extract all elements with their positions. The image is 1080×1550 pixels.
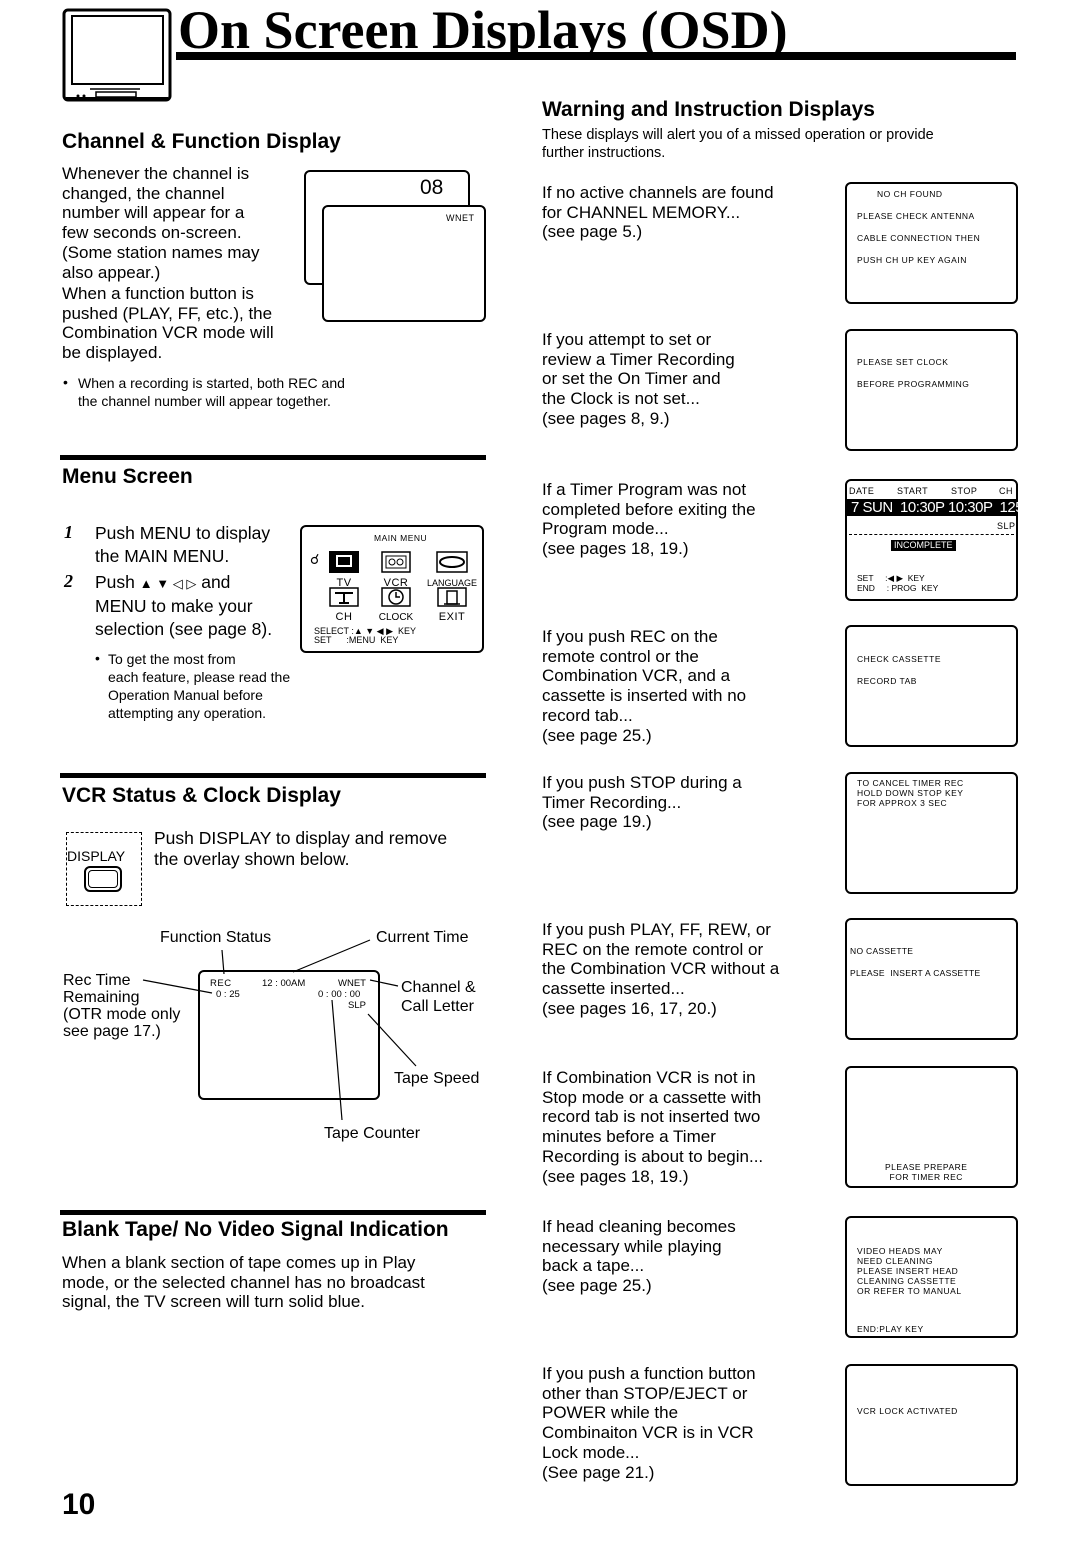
warning-text-vcr-lock: If you push a function button other than… — [542, 1364, 756, 1482]
blank-tape-heading: Blank Tape/ No Video Signal Indication — [62, 1218, 449, 1241]
incomplete-badge: INCOMPLETE — [891, 540, 956, 551]
warning-text-record-tab: If you push REC on the remote control or… — [542, 627, 747, 745]
warning-text-head-cleaning: If head cleaning becomes necessary while… — [542, 1217, 736, 1296]
osd-no-cassette: NO CASSETTE PLEASE INSERT A CASSETTE — [845, 918, 1018, 1040]
warning-text-clock: If you attempt to set or review a Timer … — [542, 330, 735, 428]
osd-cancel-timer: TO CANCEL TIMER REC HOLD DOWN STOP KEY F… — [845, 772, 1018, 894]
osd-vcr-lock: VCR LOCK ACTIVATED — [845, 1364, 1018, 1486]
osd-set-clock: PLEASE SET CLOCK BEFORE PROGRAMMING — [845, 329, 1018, 451]
warnings-intro: These displays will alert you of a misse… — [542, 127, 934, 161]
section-rule — [60, 1210, 486, 1215]
timer-program-row: 7 SUN 10:30P 10:30P 125 — [847, 499, 1024, 516]
blank-tape-text: When a blank section of tape comes up in… — [62, 1253, 425, 1312]
osd-prepare-timer: PLEASE PREPARE FOR TIMER REC — [845, 1066, 1018, 1188]
warning-text-timer-incomplete: If a Timer Program was not completed bef… — [542, 480, 756, 559]
warning-text-no-cassette: If you push PLAY, FF, REW, or REC on the… — [542, 920, 780, 1018]
page-number: 10 — [62, 1488, 96, 1521]
osd-timer-incomplete: DATE START STOP CH 7 SUN 10:30P 10:30P 1… — [845, 479, 1024, 601]
dashed-divider — [849, 534, 1014, 535]
warning-text-stop-timer: If you push STOP during a Timer Recordin… — [542, 773, 742, 832]
warning-text-no-channel: If no active channels are found for CHAN… — [542, 183, 774, 242]
warning-text-prepare-timer: If Combination VCR is not in Stop mode o… — [542, 1068, 764, 1186]
osd-head-cleaning: VIDEO HEADS MAY NEED CLEANING PLEASE INS… — [845, 1216, 1018, 1338]
warnings-heading: Warning and Instruction Displays — [542, 98, 875, 121]
osd-check-cassette: CHECK CASSETTE RECORD TAB — [845, 625, 1018, 747]
osd-no-channel: NO CH FOUND PLEASE CHECK ANTENNA CABLE C… — [845, 182, 1018, 304]
